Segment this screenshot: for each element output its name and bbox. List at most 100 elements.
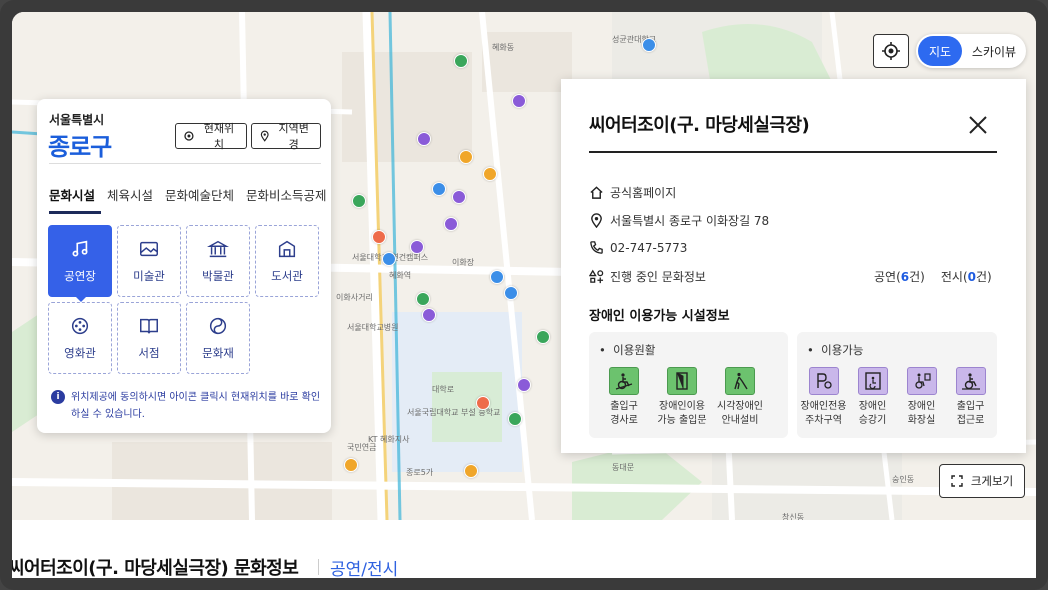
map-pin[interactable]: [483, 167, 497, 181]
map-pin[interactable]: [454, 54, 468, 68]
exhibition-count[interactable]: 전시(0건): [941, 268, 992, 285]
homepage-row[interactable]: 공식홈페이지: [589, 184, 676, 201]
venue-detail-panel: 씨어터조이(구. 마당세실극장) 공식홈페이지 서울특별시 종로구 이화장길 7…: [561, 79, 1026, 453]
venue-title: 씨어터조이(구. 마당세실극장): [589, 115, 810, 136]
location-notice: i 위치제공에 동의하시면 아이콘 클릭시 현재위치를 바로 확인하실 수 있습…: [51, 389, 321, 423]
museum-icon: [207, 240, 229, 258]
map-pin[interactable]: [444, 217, 458, 231]
accessible-approach-icon: [955, 367, 986, 395]
performance-number: 6: [900, 270, 910, 284]
skyview-button[interactable]: 스카이뷰: [962, 43, 1026, 60]
district-name: 종로구: [48, 133, 112, 161]
acc-line2: 가능 출입문: [657, 415, 707, 426]
notice-text: 위치제공에 동의하시면 아이콘 클릭시 현재위치를 바로 확인하실 수 있습니다…: [71, 392, 321, 420]
map-pin[interactable]: [372, 230, 386, 244]
map-pin[interactable]: [512, 94, 526, 108]
map-pin[interactable]: [459, 150, 473, 164]
category-theater[interactable]: 공연장: [48, 225, 112, 302]
tab-culture-facility[interactable]: 문화시설: [49, 185, 95, 204]
map-label: 대학로: [432, 385, 455, 394]
category-label: 도서관: [271, 269, 303, 283]
map-pin[interactable]: [432, 182, 446, 196]
map-pin[interactable]: [416, 292, 430, 306]
my-location-button[interactable]: [873, 34, 909, 68]
current-location-button[interactable]: 현재위치: [175, 122, 247, 151]
acc-line1: 장애인: [858, 401, 887, 412]
map-pin[interactable]: [344, 458, 358, 472]
map-pin[interactable]: [508, 412, 522, 426]
tab-arts-group[interactable]: 문화예술단체: [165, 185, 234, 204]
homepage-link[interactable]: 공식홈페이지: [610, 184, 676, 201]
event-counts: 공연(6건) 전시(0건): [874, 268, 992, 285]
map-pin[interactable]: [464, 464, 478, 478]
map-view-button[interactable]: 지도: [918, 36, 962, 66]
map-pin[interactable]: [476, 396, 490, 410]
heritage-icon: [209, 317, 227, 335]
category-art-gallery[interactable]: 미술관: [117, 225, 181, 297]
address-row: 서울특별시 종로구 이화장길 78: [589, 212, 769, 229]
available-label: • 이용가능: [807, 343, 864, 357]
acc-line2: 승강기: [858, 415, 887, 426]
phone-row: 02-747-5773: [589, 240, 687, 255]
venue-phone: 02-747-5773: [610, 240, 688, 255]
map-pin[interactable]: [536, 330, 550, 344]
accessible-toilet-icon: [906, 367, 937, 395]
map-pin[interactable]: [417, 132, 431, 146]
category-museum[interactable]: 박물관: [186, 225, 250, 297]
map-label: 서울대학교병원: [347, 323, 399, 332]
smooth-items: 출입구 경사로 장애인이용 가능 출입문 시각장애인 안내설비: [595, 367, 769, 428]
expand-icon: [951, 475, 963, 487]
tab-sports-facility[interactable]: 체육시설: [107, 185, 153, 204]
close-icon[interactable]: [966, 113, 990, 137]
book-icon: [140, 318, 158, 334]
acc-line1: 장애인: [907, 401, 936, 412]
map-pin[interactable]: [642, 38, 656, 52]
map-pin[interactable]: [422, 308, 436, 322]
target-icon: [882, 42, 900, 60]
picture-icon: [140, 241, 158, 257]
facility-tabs: 문화시설 체육시설 문화예술단체 문화비소득공제: [49, 185, 327, 204]
map-pin[interactable]: [517, 378, 531, 392]
map-pin[interactable]: [504, 286, 518, 300]
active-tab-indicator: [49, 211, 101, 214]
acc-line1: 장애인이용: [659, 401, 705, 412]
map-pin[interactable]: [352, 194, 366, 208]
category-label: 서점: [138, 346, 160, 360]
title-divider: [589, 151, 997, 153]
map-pin[interactable]: [410, 240, 424, 254]
music-icon: [72, 240, 88, 257]
map-label: 이화장: [452, 258, 475, 267]
acc-line1: 출입구: [956, 401, 985, 412]
category-cinema[interactable]: 영화관: [48, 302, 112, 374]
available-items: 장애인전용 주차구역 장애인 승강기 장애인 화장실 출입구 접근로: [799, 367, 995, 428]
accessibility-smooth-box: • 이용원활 출입구 경사로 장애인이용 가능 출입문 시각장애인 안내설비: [589, 332, 788, 438]
map-pin[interactable]: [452, 190, 466, 204]
tab-culture-deduction[interactable]: 문화비소득공제: [246, 185, 327, 204]
device-frame: 서울대학교 연건캠퍼스 이화사거리 혜화역 대학로 서울대학교병원 종로5가 창…: [0, 0, 1048, 590]
map-pin[interactable]: [490, 270, 504, 284]
section-separator: [318, 559, 319, 575]
tab-performance-exhibition[interactable]: 공연/전시: [330, 555, 398, 578]
acc-item-ramp: 출입구 경사로: [595, 367, 653, 428]
divider: [49, 163, 321, 164]
map-label: 이화사거리: [336, 293, 373, 302]
film-icon: [71, 317, 89, 335]
location-pin-icon: [591, 213, 602, 228]
section-title: 씨어터조이(구. 마당세실극장) 문화정보: [12, 558, 299, 578]
change-region-button[interactable]: 지역변경: [251, 122, 321, 151]
acc-line1: 시각장애인: [717, 401, 763, 412]
map-pin[interactable]: [382, 252, 396, 266]
category-library[interactable]: 도서관: [255, 225, 319, 297]
enlarge-map-button[interactable]: 크게보기: [939, 464, 1025, 498]
map-label: KT 혜화지사: [368, 435, 410, 444]
acc-item-visual-guide: 시각장애인 안내설비: [711, 367, 769, 428]
accessibility-available-box: • 이용가능 장애인전용 주차구역 장애인 승강기 장애인 화장실 출입구 접근…: [797, 332, 997, 438]
home-icon: [590, 186, 603, 199]
acc-item-approach: 출입구 접근로: [946, 367, 995, 428]
category-heritage[interactable]: 문화재: [186, 302, 250, 374]
category-label: 박물관: [202, 269, 234, 283]
acc-line2: 주차구역: [805, 415, 842, 426]
category-label: 공연장: [64, 269, 96, 283]
performance-count[interactable]: 공연(6건): [874, 268, 925, 285]
category-bookstore[interactable]: 서점: [117, 302, 181, 374]
